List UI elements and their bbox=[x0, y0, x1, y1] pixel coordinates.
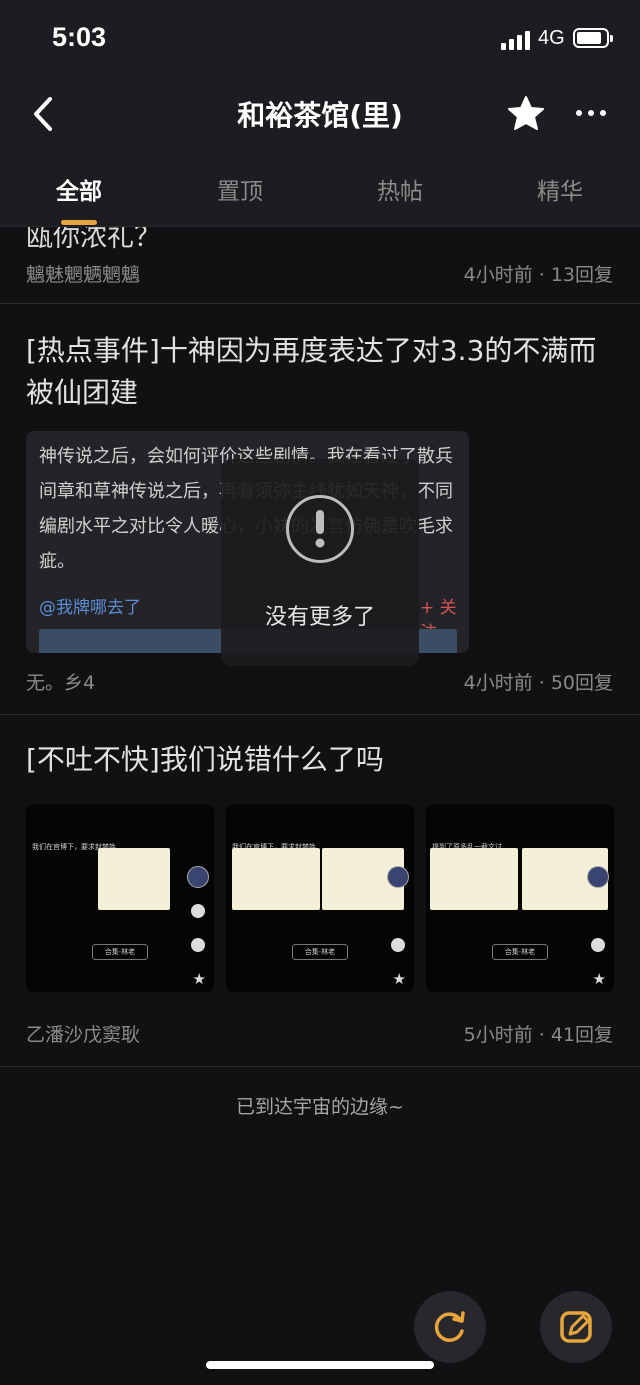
divider bbox=[0, 1066, 640, 1067]
post-author[interactable]: 魑魅魍魉魍魑 bbox=[26, 260, 140, 287]
toast: 没有更多了 bbox=[221, 459, 419, 666]
more-button[interactable] bbox=[571, 94, 611, 134]
home-indicator[interactable] bbox=[206, 1361, 434, 1369]
post-image[interactable]: 我们在官博下，要求封禁姓 ★ 合集·林老 bbox=[26, 804, 214, 992]
heart-icon bbox=[191, 904, 205, 918]
status-time: 5:03 bbox=[52, 22, 107, 52]
avatar bbox=[387, 866, 409, 888]
post-meta: 4小时前 · 13回复 bbox=[463, 264, 613, 286]
signal-icon bbox=[501, 30, 533, 50]
star-icon: ★ bbox=[392, 970, 406, 988]
post-image[interactable]: 我们在官博下，要求封禁姓 ★ 合集·林老 bbox=[226, 804, 414, 992]
post-author[interactable]: 乙潘沙戊窦耿 bbox=[26, 1020, 140, 1047]
quote-user[interactable]: @我牌哪去了 bbox=[39, 593, 141, 618]
favorite-button[interactable] bbox=[506, 94, 546, 134]
image-content bbox=[232, 848, 320, 910]
refresh-button[interactable] bbox=[414, 1291, 486, 1363]
battery-level bbox=[577, 32, 601, 44]
star-icon: ★ bbox=[592, 970, 606, 988]
edit-icon bbox=[560, 1311, 592, 1343]
image-content bbox=[430, 848, 518, 910]
tab-active-indicator bbox=[61, 220, 97, 225]
tab-bar: 全部 置顶 热帖 精华 bbox=[0, 150, 640, 227]
avatar bbox=[187, 866, 209, 888]
image-content bbox=[98, 848, 170, 910]
collection-label: 合集·林老 bbox=[92, 944, 148, 960]
tab-hot[interactable]: 热帖 bbox=[340, 172, 460, 206]
toast-text: 没有更多了 bbox=[264, 605, 375, 630]
post-title[interactable]: [不吐不快]我们说错什么了吗 bbox=[26, 739, 616, 781]
tab-all[interactable]: 全部 bbox=[19, 172, 139, 206]
post-image[interactable]: 提到了原多乱一截文讨 ★ 合集·林老 bbox=[426, 804, 614, 992]
status-bar: 5:03 4G bbox=[0, 0, 640, 80]
compose-button[interactable] bbox=[540, 1291, 612, 1363]
post-meta: 4小时前 · 50回复 bbox=[463, 672, 613, 694]
battery-icon bbox=[573, 28, 613, 48]
tab-pinned[interactable]: 置顶 bbox=[180, 172, 300, 206]
collection-label: 合集·林老 bbox=[292, 944, 348, 960]
comment-icon bbox=[591, 938, 605, 952]
post-meta: 5小时前 · 41回复 bbox=[463, 1024, 613, 1046]
divider bbox=[0, 714, 640, 715]
star-icon bbox=[508, 96, 544, 130]
refresh-icon bbox=[434, 1311, 465, 1342]
collection-label: 合集·林老 bbox=[492, 944, 548, 960]
comment-icon bbox=[391, 938, 405, 952]
star-icon: ★ bbox=[192, 970, 206, 988]
post-title[interactable]: [热点事件]十神因为再度表达了对3.3的不满而被仙团建 bbox=[26, 330, 616, 414]
alert-icon bbox=[286, 495, 354, 563]
avatar bbox=[587, 866, 609, 888]
post-title[interactable]: 瓯你浓礼？ bbox=[26, 227, 161, 254]
nav-bar: 和裕茶馆(里) bbox=[0, 80, 640, 150]
more-icon bbox=[576, 110, 606, 116]
network-type: 4G bbox=[538, 27, 565, 49]
divider bbox=[0, 303, 640, 304]
post-author[interactable]: 无。乡4 bbox=[26, 668, 95, 695]
post-feed[interactable]: 瓯你浓礼？ 魑魅魍魉魍魑 4小时前 · 13回复 [热点事件]十神因为再度表达了… bbox=[0, 227, 640, 1385]
end-of-list-text: 已到达宇宙的边缘~ bbox=[236, 1096, 404, 1118]
comment-icon bbox=[191, 938, 205, 952]
tab-featured[interactable]: 精华 bbox=[500, 172, 620, 206]
